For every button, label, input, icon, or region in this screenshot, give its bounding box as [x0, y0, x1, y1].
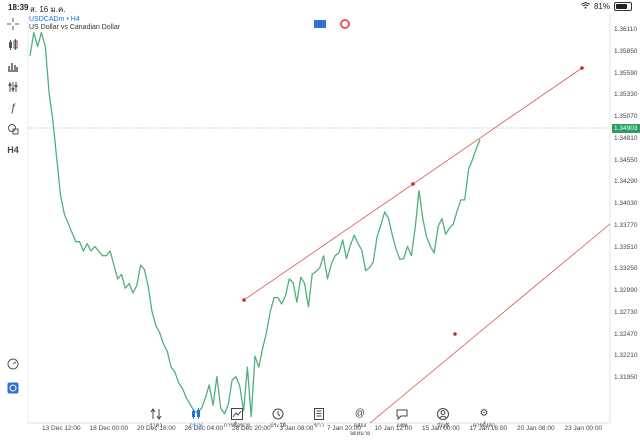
channel-anchor-point[interactable]: [580, 66, 584, 70]
channel-anchor-point[interactable]: [242, 298, 246, 302]
nav-label: การตั้งค่า: [472, 423, 496, 429]
nav-account[interactable]: บัญชี: [428, 408, 458, 430]
chart-area[interactable]: USDCADm • H4 US Dollar vs Canadian Dolla…: [0, 0, 640, 447]
nav-label: กราฟ: [189, 423, 203, 429]
nav-trade[interactable]: การซื้อขาย: [222, 408, 252, 430]
price-axis-label: 1.35850: [614, 47, 638, 55]
nav-news[interactable]: ข่าว: [304, 408, 334, 430]
price-chart[interactable]: [0, 0, 640, 447]
gear-icon: ⚙: [479, 408, 489, 419]
current-price-tag: 1.34903: [612, 124, 640, 133]
channel-anchor-point[interactable]: [453, 332, 457, 336]
nav-chart[interactable]: กราฟ: [181, 408, 211, 430]
nav-label: ราคา: [149, 423, 163, 429]
left-toolbar: ƒ H4: [0, 14, 26, 424]
timeframe-h4-icon[interactable]: H4: [5, 142, 21, 158]
nav-label: แชท: [396, 423, 408, 429]
account-icon: [437, 408, 449, 420]
time-axis-label: 20 Jan 08:00: [517, 425, 555, 432]
nav-mailbox[interactable]: @ กล่องจดหมาย: [345, 408, 375, 438]
price-axis-label: 1.35590: [614, 69, 638, 77]
price-axis-label: 1.34030: [614, 200, 638, 207]
channel-anchor-point[interactable]: [411, 182, 415, 186]
trading-app-icon[interactable]: [5, 380, 21, 396]
price-axis-label: 1.32990: [614, 287, 638, 294]
time-axis-label: 13 Dec 12:00: [42, 425, 81, 432]
price-axis-label: 1.33510: [614, 243, 638, 251]
nav-label: ข่าว: [314, 423, 324, 429]
news-icon: [313, 408, 325, 420]
chat-icon: [396, 408, 408, 421]
price-axis-label: 1.33250: [614, 265, 638, 273]
bars-icon[interactable]: [5, 58, 21, 74]
nav-label: บัญชี: [437, 423, 449, 429]
nav-label: การซื้อขาย: [223, 423, 251, 429]
price-axis-label: 1.34810: [614, 134, 638, 142]
sort-arrows-icon: [150, 408, 162, 420]
nav-quotes[interactable]: ราคา: [141, 408, 171, 430]
price-axis-label: 1.34290: [614, 178, 638, 186]
price-axis-label: 1.33770: [614, 221, 638, 229]
shapes-icon[interactable]: [5, 121, 21, 137]
price-axis-label: 1.32470: [614, 330, 638, 338]
price-axis-label: 1.35330: [614, 91, 638, 99]
candles-icon: [190, 408, 202, 420]
nav-settings[interactable]: ⚙ การตั้งค่า: [469, 408, 499, 430]
at-icon: @: [354, 408, 366, 419]
crosshair-icon[interactable]: [5, 16, 21, 32]
time-axis-label: 18 Dec 00:00: [89, 425, 129, 432]
price-axis-label: 1.31950: [614, 374, 638, 381]
time-axis-label: 23 Jan 00:00: [564, 425, 603, 432]
indicators-icon[interactable]: [5, 79, 21, 95]
price-axis-label: 1.34550: [614, 156, 638, 164]
nav-history[interactable]: ประวัติ: [263, 408, 293, 430]
history-icon: [272, 408, 284, 420]
speedometer-icon[interactable]: [5, 356, 21, 372]
channel-lower-line[interactable]: [369, 223, 611, 424]
chart-line-icon: [231, 408, 243, 420]
price-axis-label: 1.35070: [614, 113, 638, 120]
nav-chat[interactable]: แชท: [387, 408, 417, 430]
price-axis-label: 1.32210: [614, 352, 638, 360]
price-series-line: [29, 31, 481, 418]
nav-label: ประวัติ: [269, 423, 287, 429]
price-axis-label: 1.32730: [614, 308, 638, 316]
price-axis-label: 1.36110: [614, 26, 638, 33]
function-icon[interactable]: ƒ: [5, 100, 21, 116]
candles-icon[interactable]: [5, 37, 21, 53]
bottom-nav: ราคา กราฟ การซื้อขาย ประวัติ ข่าว @ กล่อ…: [0, 408, 640, 447]
nav-label: กล่องจดหมาย: [349, 423, 371, 437]
